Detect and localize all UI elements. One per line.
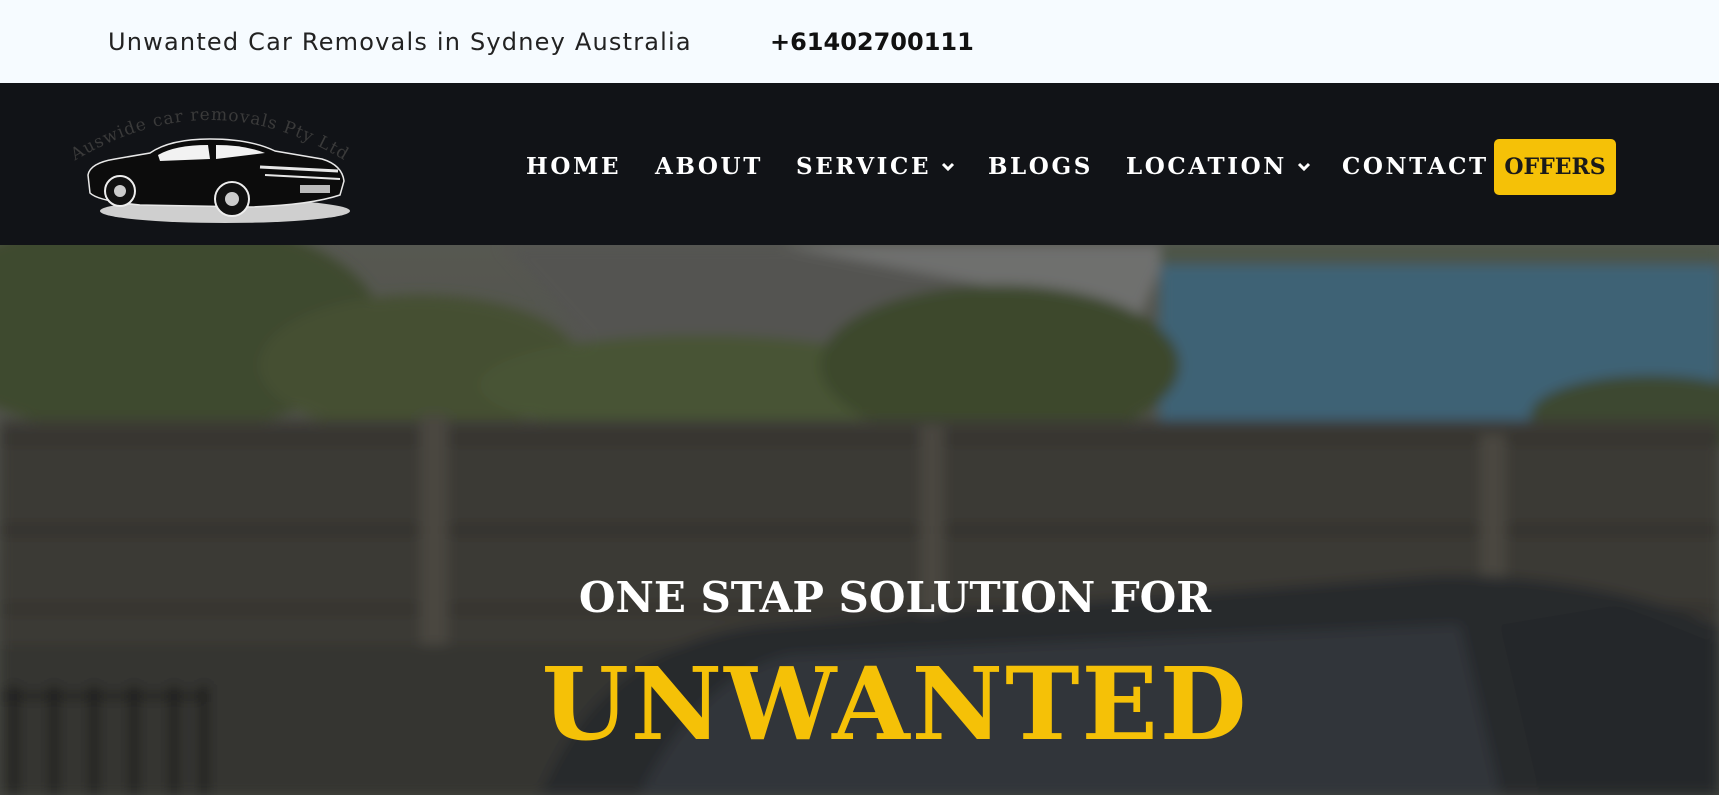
nav-about-label: ABOUT [655, 153, 763, 180]
nav-contact-label: CONTACT [1342, 153, 1489, 180]
nav-location-label: LOCATION [1126, 153, 1287, 180]
top-bar: Unwanted Car Removals in Sydney Australi… [0, 0, 1719, 83]
phone-link[interactable]: +61402700111 [770, 28, 974, 56]
nav-about[interactable]: ABOUT [655, 153, 763, 180]
nav-blogs-label: BLOGS [988, 153, 1093, 180]
chevron-down-icon [1297, 162, 1310, 171]
nav-service[interactable]: SERVICE [796, 153, 955, 180]
chevron-down-icon [942, 162, 955, 171]
offers-button[interactable]: OFFERS [1494, 139, 1616, 195]
nav-service-label: SERVICE [796, 153, 932, 180]
nav-blogs[interactable]: BLOGS [988, 153, 1093, 180]
tagline: Unwanted Car Removals in Sydney Australi… [108, 28, 692, 56]
hero-subtitle: ONE STAP SOLUTION FOR [578, 573, 1212, 622]
nav-home[interactable]: HOME [526, 153, 621, 180]
nav-contact[interactable]: CONTACT [1342, 153, 1489, 180]
offers-label: OFFERS [1504, 154, 1606, 180]
main-navbar: Auswide car removals Pty Ltd HOME ABOUT … [0, 83, 1719, 245]
hero-section: ONE STAP SOLUTION FOR UNWANTED [0, 245, 1719, 795]
primary-nav: HOME ABOUT SERVICE BLOGS LOCATION CONTAC… [0, 83, 1719, 245]
hero-title: UNWANTED [541, 645, 1249, 763]
nav-home-label: HOME [526, 153, 622, 180]
nav-location[interactable]: LOCATION [1126, 153, 1311, 180]
